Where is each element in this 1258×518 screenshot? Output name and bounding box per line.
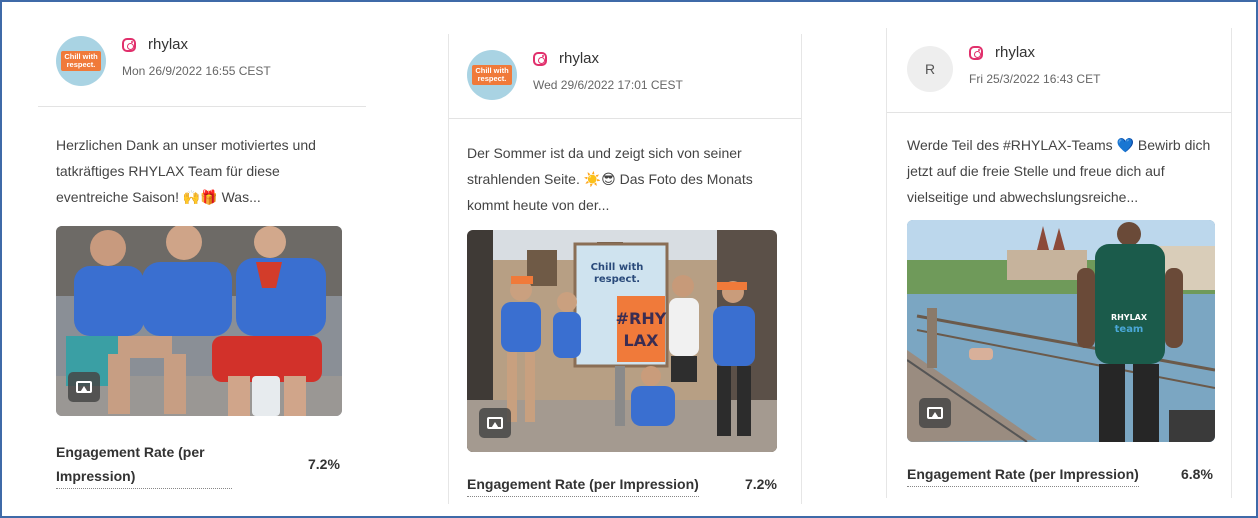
post-date: Wed 29/6/2022 17:01 CEST <box>533 78 683 92</box>
post-image[interactable]: Chill with respect. #RHY LAX <box>467 230 777 452</box>
shirt-line-1: RHYLAX <box>1111 313 1148 322</box>
post-text: Werde Teil des #RHYLAX-Teams 💙 Bewirb di… <box>907 137 1211 205</box>
post-text: Der Sommer ist da und zeigt sich von sei… <box>467 145 753 213</box>
post-header: Chill with respect. rhylax Wed 29/6/2022… <box>449 34 801 119</box>
post-date: Mon 26/9/2022 16:55 CEST <box>122 64 271 78</box>
rhine-photo: RHYLAX team <box>907 220 1215 442</box>
avatar-badge: Chill with respect. <box>472 65 512 85</box>
engagement-rate-value: 7.2% <box>308 456 340 472</box>
instagram-icon <box>122 38 136 52</box>
engagement-rate-value: 6.8% <box>1181 466 1213 482</box>
post-image[interactable] <box>56 226 342 416</box>
group-photo: Chill with respect. #RHY LAX <box>467 230 777 452</box>
post-header: R rhylax Fri 25/3/2022 16:43 CET <box>887 28 1231 113</box>
engagement-rate-label[interactable]: Engagement Rate (per Impression) <box>907 462 1139 487</box>
image-icon <box>919 398 951 428</box>
instagram-icon <box>969 46 983 60</box>
avatar-letter: R <box>924 61 936 77</box>
post-card-3[interactable]: R rhylax Fri 25/3/2022 16:43 CET Werde T… <box>886 28 1232 498</box>
post-date: Fri 25/3/2022 16:43 CET <box>969 72 1101 86</box>
avatar-badge: Chill with respect. <box>61 51 101 71</box>
engagement-rate-value: 7.2% <box>745 476 777 492</box>
sign-line-2: respect. <box>594 274 640 285</box>
account-handle[interactable]: rhylax <box>995 44 1035 61</box>
sign-tag-2: LAX <box>624 331 660 350</box>
engagement-rate-label[interactable]: Engagement Rate (per Impression) <box>56 440 232 489</box>
account-handle[interactable]: rhylax <box>559 50 599 67</box>
shirt-line-2: team <box>1115 324 1144 335</box>
account-avatar[interactable]: R <box>907 46 953 92</box>
image-icon <box>479 408 511 438</box>
post-card-1[interactable]: Chill with respect. rhylax Mon 26/9/2022… <box>38 20 366 500</box>
instagram-icon <box>533 52 547 66</box>
post-image[interactable]: RHYLAX team <box>907 220 1215 442</box>
post-header: Chill with respect. rhylax Mon 26/9/2022… <box>38 20 366 107</box>
post-text: Herzlichen Dank an unser motiviertes und… <box>56 137 316 205</box>
sign-line-1: Chill with <box>591 262 644 273</box>
account-handle[interactable]: rhylax <box>148 36 188 53</box>
screenshot-frame: Chill with respect. rhylax Mon 26/9/2022… <box>0 0 1258 518</box>
account-avatar[interactable]: Chill with respect. <box>56 36 106 86</box>
sign-tag-1: #RHY <box>616 309 667 328</box>
account-avatar[interactable]: Chill with respect. <box>467 50 517 100</box>
post-card-2[interactable]: Chill with respect. rhylax Wed 29/6/2022… <box>448 34 802 504</box>
image-icon <box>68 372 100 402</box>
engagement-rate-label[interactable]: Engagement Rate (per Impression) <box>467 472 699 497</box>
